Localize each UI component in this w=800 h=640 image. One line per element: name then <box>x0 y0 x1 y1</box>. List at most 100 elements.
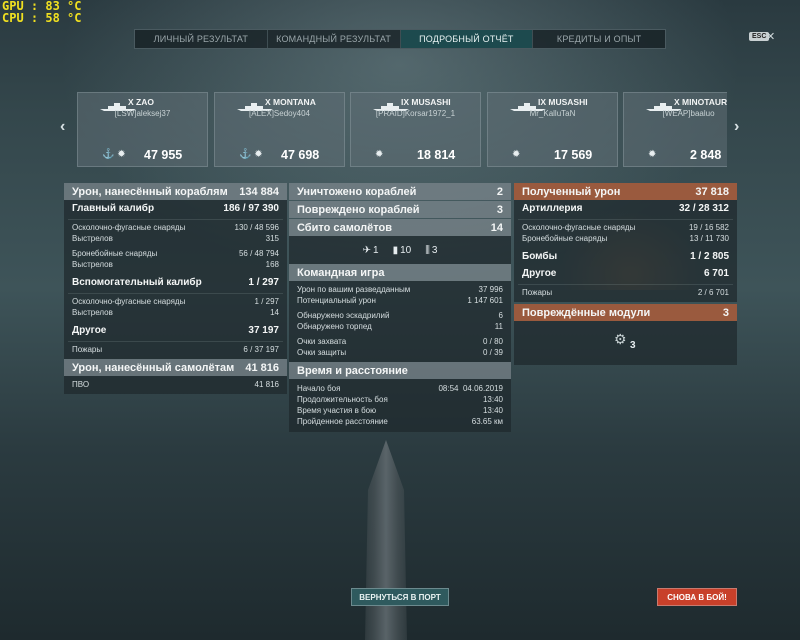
carousel-right-arrow-icon[interactable]: › <box>734 118 739 136</box>
label: Осколочно-фугасные снаряды <box>522 223 636 232</box>
ribbon-icons: ✹ <box>375 149 384 160</box>
label: Пожары <box>72 345 103 354</box>
bomber-icon: ▮ <box>392 244 399 256</box>
air-damage-body: ПВО 41 816 <box>64 376 287 394</box>
close-icon[interactable]: ✕ <box>766 30 775 43</box>
divider <box>518 219 733 220</box>
label: Пожары <box>522 288 553 297</box>
label: Осколочно-фугасные снаряды <box>72 223 186 232</box>
stat-row: Очки защиты 0 / 39 <box>289 347 511 358</box>
hardware-overlay: GPU : 83 °C CPU : 58 °C <box>2 0 81 24</box>
artillery-row: Артиллерия 32 / 28 312 <box>514 200 737 217</box>
value: 0 / 80 <box>482 337 503 346</box>
label: Другое <box>522 268 557 279</box>
value: 168 <box>265 260 279 269</box>
battle-again-button[interactable]: СНОВА В БОЙ! <box>657 588 737 606</box>
stat-row: Выстрелов 315 <box>64 233 287 244</box>
value: 1 / 297 <box>248 277 279 288</box>
label: Начало боя <box>297 384 341 393</box>
value: 19 / 16 582 <box>688 223 729 232</box>
ship-card[interactable]: X ZAO [LSW]aleksej37 ⚓ ✹ 47 955 <box>77 92 208 167</box>
value: 6 <box>498 311 503 320</box>
return-to-port-button[interactable]: ВЕРНУТЬСЯ В ПОРТ <box>351 588 449 606</box>
stat-row: Очки захвата 0 / 80 <box>289 336 511 347</box>
value: 2 <box>496 185 503 198</box>
value: 6 / 37 197 <box>243 345 279 354</box>
value: 1 / 297 <box>254 297 279 306</box>
ship-card[interactable]: X MONTANA [ALEX]Sedoy404 ⚓ ✹ 47 698 <box>214 92 345 167</box>
damage-dealt-panel: Урон, нанесённый кораблям 134 884 Главны… <box>64 183 287 394</box>
value: 14 <box>270 308 279 317</box>
module-icon: ⚙ <box>614 331 627 347</box>
stat-row: Пройденное расстояние 63.65 км <box>289 416 511 427</box>
player-name: [PRAID]Korsar1972_1 <box>375 109 456 118</box>
value: 315 <box>265 234 279 243</box>
player-ship <box>365 440 407 640</box>
tab-team-result[interactable]: КОМАНДНЫЙ РЕЗУЛЬТАТ <box>268 30 401 48</box>
divider <box>68 219 283 220</box>
secondary-battery-row: Вспомогательный калибр 1 / 297 <box>64 274 287 291</box>
stat-row: Осколочно-фугасные снаряды 19 / 16 582 <box>514 222 737 233</box>
label: Бронебойные снаряды <box>72 249 158 258</box>
label: Главный калибр <box>72 203 155 214</box>
label: Очки захвата <box>297 337 347 346</box>
stat-row: Обнаружено эскадрилий 6 <box>289 310 511 321</box>
stat-row: Пожары 6 / 37 197 <box>64 344 287 355</box>
value: 13:40 <box>482 395 503 404</box>
combat-summary-panel: Уничтожено кораблей 2 Повреждено корабле… <box>289 183 511 432</box>
stat-row: Осколочно-фугасные снаряды 1 / 297 <box>64 296 287 307</box>
label: ПВО <box>72 380 90 389</box>
ship-card[interactable]: X MINOTAUR [WEAP]baaluo ✹ 2 848 <box>623 92 727 167</box>
value: 08:54 04.06.2019 <box>438 384 503 393</box>
ship-name: X MINOTAUR <box>674 97 727 107</box>
label: Продолжительность боя <box>297 395 388 404</box>
player-name: [LSW]aleksej37 <box>114 109 171 118</box>
value: 32 / 28 312 <box>678 203 729 214</box>
ship-score: 18 814 <box>417 148 456 162</box>
label: Повреждённые модули <box>522 306 651 319</box>
stat-row: Потенциальный урон 1 147 601 <box>289 295 511 306</box>
value: 6 701 <box>703 268 729 279</box>
label: Урон, нанесённый самолётам <box>72 361 235 374</box>
value: 186 / 97 390 <box>223 203 279 214</box>
fighter-count: 1 <box>373 244 379 256</box>
stat-row: Время участия в бою 13:40 <box>289 405 511 416</box>
label: Вспомогательный калибр <box>72 277 202 288</box>
carousel-left-arrow-icon[interactable]: ‹ <box>60 118 65 136</box>
label: Полученный урон <box>522 185 621 198</box>
ship-score: 47 955 <box>144 148 183 162</box>
cpu-temp: CPU : 58 °C <box>2 11 82 25</box>
ship-card[interactable]: IX MUSASHI [PRAID]Korsar1972_1 ✹ 18 814 <box>350 92 481 167</box>
label: Повреждено кораблей <box>297 203 420 216</box>
stat-row: Бронебойные снаряды 13 / 11 730 <box>514 233 737 244</box>
bomber-count: 10 <box>400 244 412 256</box>
damage-received-panel: Полученный урон 37 818 Артиллерия 32 / 2… <box>514 183 737 365</box>
damaged-modules-body: ⚙ 3 <box>514 321 737 365</box>
value: 0 / 39 <box>482 348 503 357</box>
tab-credits-xp[interactable]: КРЕДИТЫ И ОПЫТ <box>533 30 665 48</box>
damage-dealt-body: Главный калибр 186 / 97 390 Осколочно-фу… <box>64 200 287 359</box>
team-play-header: Командная игра <box>289 264 511 281</box>
air-damage-header: Урон, нанесённый самолётам 41 816 <box>64 359 287 376</box>
label: Выстрелов <box>72 308 113 317</box>
label: Артиллерия <box>522 203 583 214</box>
stat-row: Продолжительность боя 13:40 <box>289 394 511 405</box>
value: 3 <box>496 203 503 216</box>
player-name: [WEAP]baaluo <box>662 109 715 118</box>
label: Очки защиты <box>297 348 347 357</box>
label: Пройденное расстояние <box>297 417 388 426</box>
ribbon-icons: ⚓ ✹ <box>102 149 126 160</box>
stat-row: Выстрелов 14 <box>64 307 287 318</box>
results-tabs: ЛИЧНЫЙ РЕЗУЛЬТАТ КОМАНДНЫЙ РЕЗУЛЬТАТ ПОД… <box>134 29 666 49</box>
planes-shot-down-row: Сбито самолётов 14 <box>289 219 511 236</box>
label: Осколочно-фугасные снаряды <box>72 297 186 306</box>
tab-personal-result[interactable]: ЛИЧНЫЙ РЕЗУЛЬТАТ <box>135 30 268 48</box>
value: 41 816 <box>245 361 279 374</box>
ship-card[interactable]: IX MUSASHI Mr_KalluTaN ✹ 17 569 <box>487 92 618 167</box>
label: Сбито самолётов <box>297 221 393 234</box>
ship-name: IX MUSASHI <box>538 97 588 107</box>
planes-breakdown: ✈ 1 ▮ 10 ⫼ 3 <box>289 236 511 264</box>
tab-detailed-report[interactable]: ПОДРОБНЫЙ ОТЧЁТ <box>400 30 534 48</box>
label: Обнаружено эскадрилий <box>297 311 390 320</box>
ship-name: X ZAO <box>128 97 154 107</box>
